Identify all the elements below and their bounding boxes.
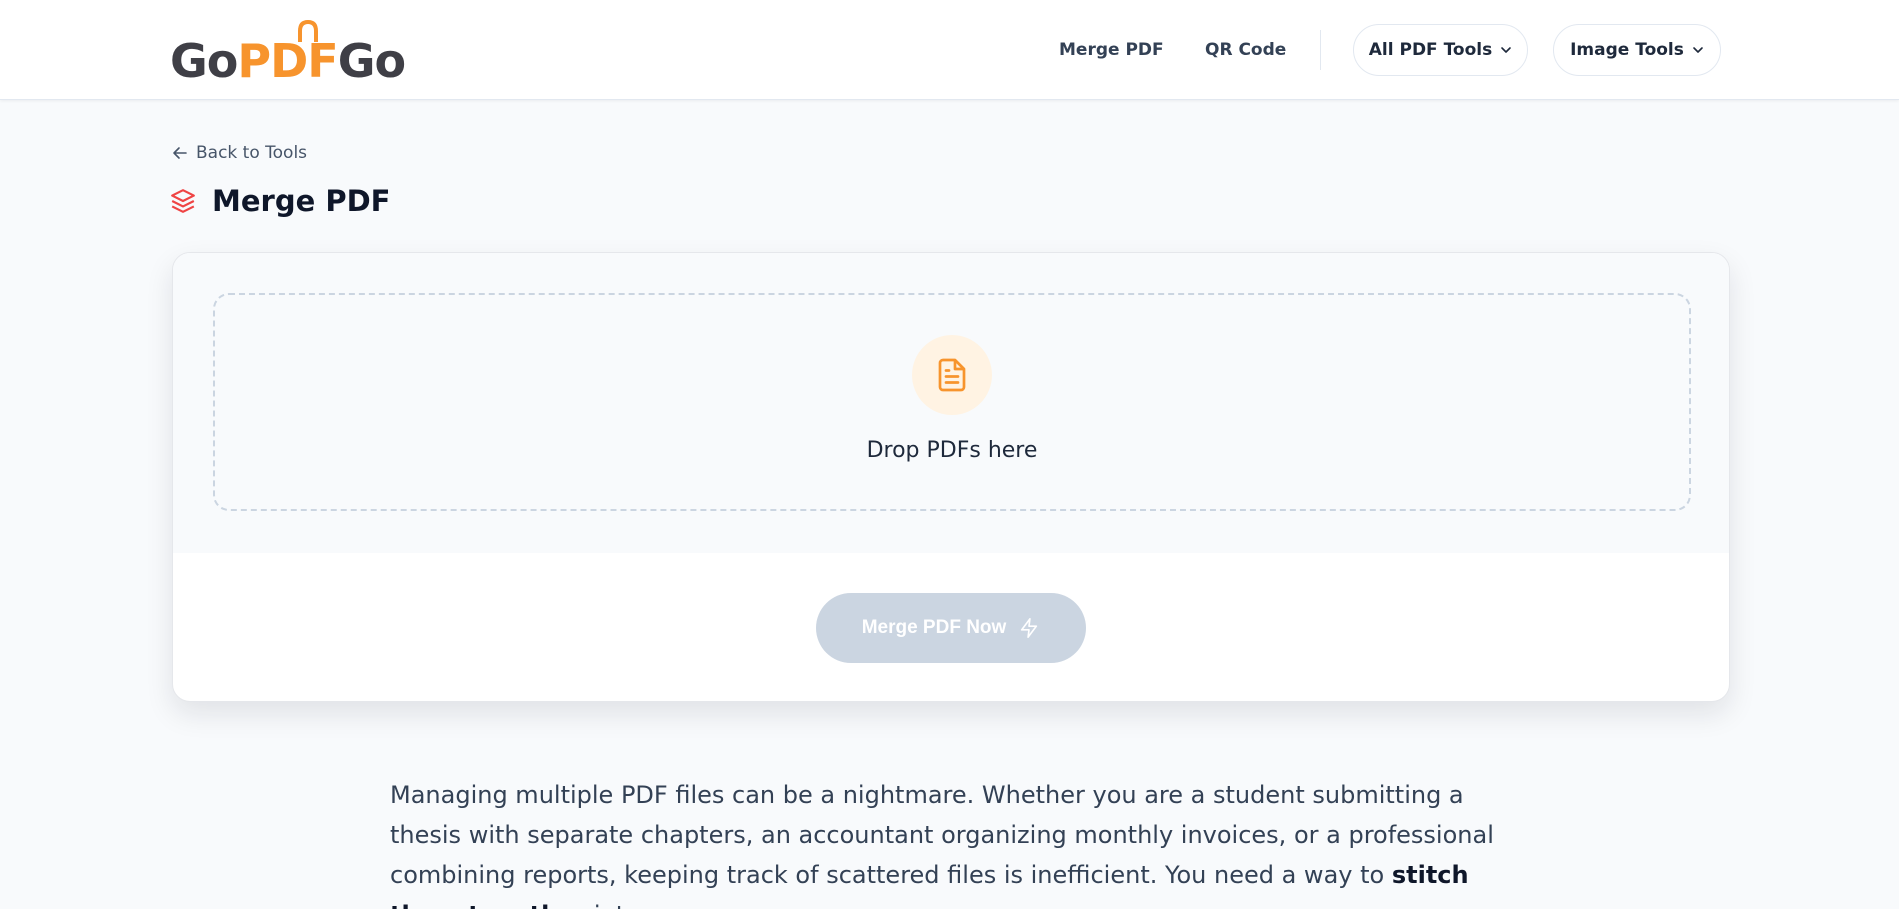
- merge-pdf-now-button[interactable]: Merge PDF Now: [816, 593, 1086, 663]
- description-text-before: Managing multiple PDF files can be a nig…: [390, 781, 1494, 889]
- logo-go-right: Go: [337, 34, 406, 88]
- dropzone-icon-circle: [912, 335, 992, 415]
- image-tools-dropdown[interactable]: Image Tools: [1553, 24, 1721, 76]
- nav-qr-code[interactable]: QR Code: [1205, 40, 1286, 64]
- layers-icon: [171, 189, 195, 213]
- logo[interactable]: Go PDF Go: [170, 28, 406, 88]
- logo-pdf: PDF: [237, 34, 338, 88]
- all-pdf-tools-dropdown[interactable]: All PDF Tools: [1353, 24, 1528, 76]
- nav-divider: [1320, 30, 1321, 70]
- page-title-text: Merge PDF: [212, 184, 391, 218]
- upload-card: Drop PDFs here Merge PDF Now: [172, 252, 1730, 702]
- image-tools-label: Image Tools: [1570, 40, 1684, 60]
- nav-merge-pdf[interactable]: Merge PDF: [1059, 40, 1164, 64]
- file-text-icon: [938, 358, 966, 392]
- back-to-tools-label: Back to Tools: [196, 143, 308, 163]
- description-paragraph: Managing multiple PDF files can be a nig…: [390, 775, 1520, 909]
- pdf-dropzone[interactable]: Drop PDFs here: [213, 293, 1691, 511]
- logo-go-left: Go: [170, 34, 238, 88]
- arrow-left-icon: [173, 147, 187, 159]
- dropzone-text: Drop PDFs here: [866, 438, 1038, 463]
- site-header: Go PDF Go Merge PDF QR Code All PDF Tools …: [0, 0, 1899, 100]
- logo-lock-icon: [298, 20, 318, 42]
- merge-pdf-now-label: Merge PDF Now: [861, 617, 1007, 638]
- all-pdf-tools-label: All PDF Tools: [1368, 40, 1493, 60]
- description-text-after: into: [586, 901, 640, 909]
- page-title: Merge PDF: [170, 184, 391, 218]
- back-to-tools-link[interactable]: Back to Tools: [172, 143, 307, 163]
- chevron-down-icon: [1501, 47, 1512, 53]
- chevron-down-icon: [1693, 47, 1703, 53]
- zap-icon: [1021, 618, 1038, 638]
